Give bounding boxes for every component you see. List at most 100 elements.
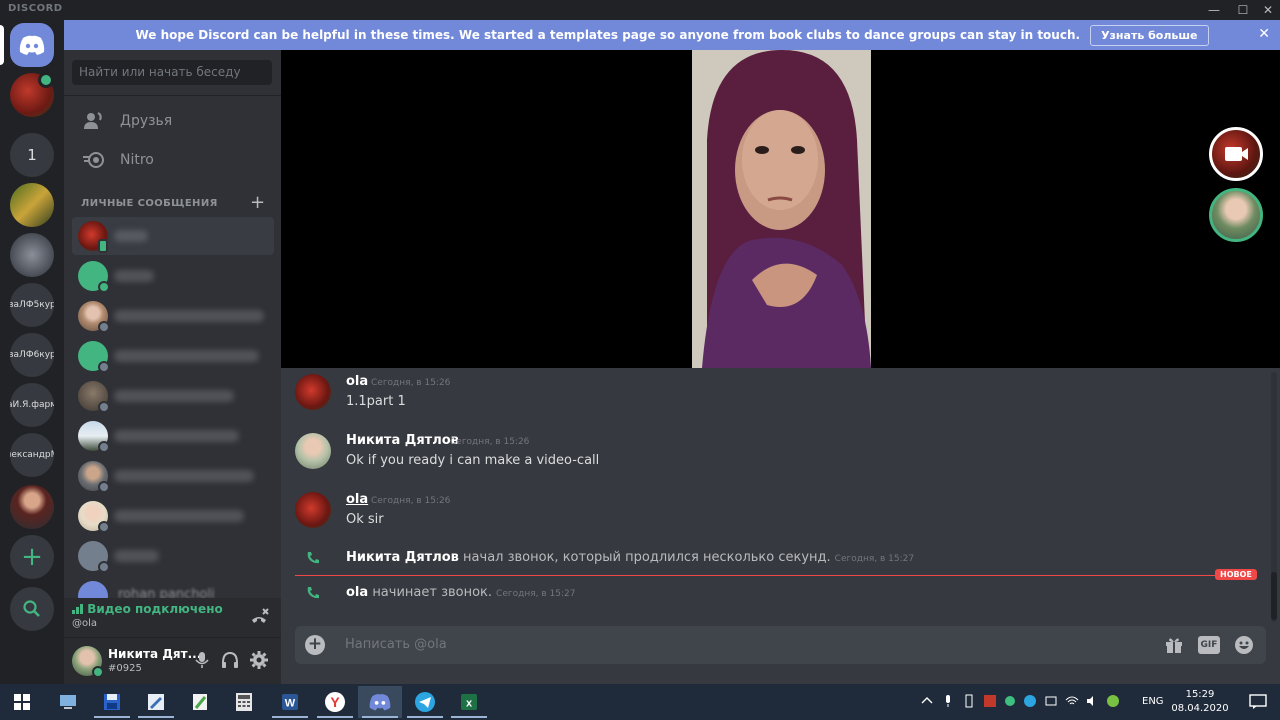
upload-plus-icon[interactable]: + (305, 635, 325, 655)
participant-ola-avatar[interactable] (1209, 127, 1263, 181)
tray-volume-icon[interactable] (1085, 694, 1099, 708)
redacted-name (114, 470, 254, 482)
taskbar-app-computer[interactable] (46, 686, 90, 718)
voice-status: Видео подключено (72, 602, 223, 616)
status-offline-icon (98, 521, 110, 533)
message-author[interactable]: Никита Дятлов (346, 433, 459, 448)
scrollbar-thumb[interactable] (1271, 572, 1277, 620)
telegram-icon (415, 692, 435, 712)
taskbar-app-calculator[interactable] (222, 686, 266, 718)
phone-call-icon (307, 587, 319, 599)
dm-item[interactable] (72, 297, 274, 335)
tray-wifi-icon[interactable] (1065, 694, 1079, 708)
message-composer[interactable]: + Написать @ola GIF (295, 626, 1266, 664)
taskbar-app-yandex[interactable]: Y (313, 686, 357, 718)
author-avatar[interactable] (295, 492, 331, 528)
message-scrollbar[interactable] (1271, 372, 1277, 622)
message-text: Ok sir (346, 512, 384, 527)
author-avatar[interactable] (295, 433, 331, 469)
participant-self-avatar[interactable] (1209, 188, 1263, 242)
video-call-area[interactable] (281, 50, 1280, 368)
message-author[interactable]: ola (346, 374, 368, 389)
emoji-icon[interactable] (1234, 635, 1254, 655)
banner-close-icon[interactable]: ✕ (1258, 26, 1270, 42)
author-avatar[interactable] (295, 374, 331, 410)
taskbar-app-telegram[interactable] (403, 686, 447, 718)
dm-item[interactable] (72, 497, 274, 535)
floppy-disk-icon (104, 694, 120, 710)
message-text: 1.1part 1 (346, 394, 406, 409)
tray-chevron-up-icon[interactable] (920, 694, 934, 708)
dm-item[interactable] (72, 337, 274, 375)
redacted-name (114, 430, 239, 442)
svg-text:Y: Y (330, 694, 340, 710)
server-text-2[interactable]: ваЛФ6кур (10, 333, 54, 377)
create-dm-button[interactable]: + (250, 192, 265, 213)
disconnect-call-icon[interactable] (248, 606, 270, 628)
headphones-icon[interactable] (220, 650, 240, 670)
minimize-button[interactable]: — (1202, 0, 1226, 20)
input-language[interactable]: ENG (1142, 696, 1164, 707)
system-clock[interactable]: 15:29 08.04.2020 (1170, 688, 1230, 716)
search-icon (23, 600, 40, 617)
gift-icon[interactable] (1164, 635, 1184, 655)
system-message-author[interactable]: ola (346, 585, 368, 600)
taskbar-app-paint[interactable] (134, 686, 178, 718)
dm-item-ola[interactable] (72, 217, 274, 255)
message-author[interactable]: ola (346, 492, 368, 507)
start-button[interactable] (0, 686, 44, 718)
redacted-name (114, 510, 244, 522)
nitro-icon (83, 152, 104, 168)
microphone-icon[interactable] (192, 650, 212, 670)
system-message-body: начал звонок, который продлился нескольк… (463, 550, 831, 565)
gif-button[interactable]: GIF (1198, 636, 1220, 654)
server-group-photo[interactable] (10, 233, 54, 277)
svg-text:W: W (285, 698, 296, 710)
server-text-4[interactable]: лександрМ (10, 433, 54, 477)
nav-nitro[interactable]: Nitro (72, 142, 272, 178)
dm-item[interactable]: rohan pancholi (72, 577, 274, 598)
server-text-3[interactable]: аИ.Я.фарм (10, 383, 54, 427)
voice-status-label: Видео подключено (87, 602, 223, 616)
dm-item[interactable] (72, 257, 274, 295)
taskbar-app-word[interactable]: W (268, 686, 312, 718)
tray-network-icon[interactable] (1044, 694, 1058, 708)
taskbar-app-discord[interactable] (358, 686, 402, 718)
explore-servers-button[interactable] (10, 587, 54, 631)
learn-more-button[interactable]: Узнать больше (1090, 24, 1209, 46)
message-input-placeholder[interactable]: Написать @ola (345, 637, 447, 652)
server-portrait[interactable] (10, 485, 54, 529)
dm-item[interactable] (72, 377, 274, 415)
tray-antivirus-icon[interactable] (983, 694, 997, 708)
dm-item[interactable] (72, 417, 274, 455)
maximize-button[interactable]: ☐ (1231, 0, 1255, 20)
tray-usb-icon[interactable] (962, 694, 976, 708)
settings-gear-icon[interactable] (249, 650, 269, 670)
username: Никита Дят... (108, 647, 202, 661)
tray-telegram-icon[interactable] (1023, 694, 1037, 708)
server-blurred[interactable] (10, 183, 54, 227)
taskbar-app-excel[interactable]: x (447, 686, 491, 718)
notification-center-button[interactable] (1236, 686, 1280, 718)
server-text-1[interactable]: ваЛФ5кур (10, 283, 54, 327)
dm-header: ЛИЧНЫЕ СООБЩЕНИЯ (81, 198, 218, 209)
dm-item[interactable] (72, 457, 274, 495)
taskbar-app-notepad[interactable] (178, 686, 222, 718)
status-offline-icon (98, 441, 110, 453)
status-online-icon (92, 666, 104, 678)
add-server-button[interactable]: + (10, 535, 54, 579)
tray-utorrent-icon[interactable] (1106, 694, 1120, 708)
nav-friends[interactable]: Друзья (72, 103, 272, 139)
tray-status-icon[interactable] (1003, 694, 1017, 708)
taskbar-app-save[interactable] (90, 686, 134, 718)
notepad-icon (193, 694, 207, 710)
close-window-button[interactable]: ✕ (1256, 0, 1280, 20)
server-1[interactable]: 1 (10, 133, 54, 177)
tray-microphone-icon[interactable] (941, 694, 955, 708)
system-message-author[interactable]: Никита Дятлов (346, 550, 459, 565)
search-conversation-input[interactable]: Найти или начать беседу (72, 60, 272, 85)
call-system-message: Никита Дятлов начал звонок, который прод… (295, 547, 1255, 569)
home-button[interactable] (10, 23, 54, 67)
dm-item[interactable] (72, 537, 274, 575)
redacted-name (114, 230, 148, 242)
